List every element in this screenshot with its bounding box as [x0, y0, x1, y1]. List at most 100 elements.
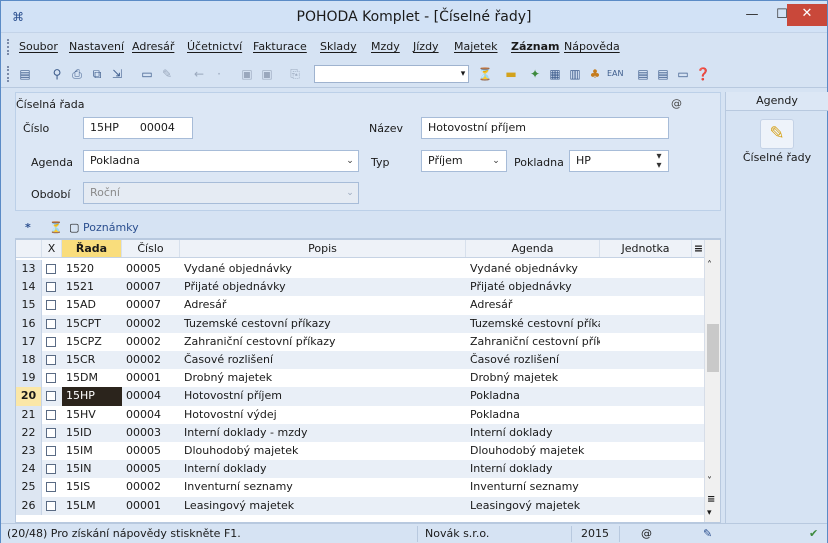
table-icon[interactable]: ▥: [567, 66, 583, 82]
table-row[interactable]: 22 15ID 00003 Interní doklady - mzdy Interní…: [16, 423, 706, 442]
checkbox-icon[interactable]: [46, 391, 56, 402]
scroll-end-icon[interactable]: ≡: [707, 494, 715, 505]
menu-fakturace[interactable]: Fakturace: [253, 40, 307, 53]
table-row[interactable]: 21 15HV 00004 Hotovostní výdej Pokladna: [16, 405, 706, 424]
row-checkbox[interactable]: [42, 333, 62, 351]
calculator-icon[interactable]: ▦: [547, 66, 563, 82]
table-row[interactable]: 26 15LM 00001 Leasingový majetek Leasingový …: [16, 496, 706, 515]
row-checkbox[interactable]: [42, 460, 62, 478]
menu-napoveda[interactable]: Nápověda: [564, 40, 620, 53]
tab-main[interactable]: *: [25, 221, 31, 235]
minimize-icon[interactable]: —: [737, 5, 767, 27]
row-checkbox[interactable]: [42, 369, 62, 387]
print-icon[interactable]: ⎙: [69, 66, 85, 82]
menu-mzdy[interactable]: Mzdy: [371, 40, 400, 53]
status-year[interactable]: 2015: [581, 527, 609, 541]
edit-icon[interactable]: ✎: [159, 66, 175, 82]
chevron-down-icon[interactable]: ⌄: [490, 154, 502, 168]
status-at[interactable]: @: [641, 527, 652, 541]
header-agenda[interactable]: Agenda: [466, 240, 600, 258]
new-record-icon[interactable]: ▭: [139, 66, 155, 82]
checkbox-icon[interactable]: [46, 427, 56, 438]
header-popis[interactable]: Popis: [180, 240, 466, 258]
row-checkbox[interactable]: [42, 424, 62, 442]
row-checkbox[interactable]: [42, 315, 62, 333]
menu-grip[interactable]: [7, 39, 10, 55]
checkbox-icon[interactable]: [46, 500, 56, 511]
checkbox-icon[interactable]: [46, 446, 56, 456]
save-all-icon[interactable]: ▣: [259, 66, 275, 82]
table-row[interactable]: 20 15HP 00004 Hotovostní příjem Pokladna: [16, 387, 706, 406]
table-row[interactable]: 17 15CPZ 00002 Zahraniční cestovní příkazy Z…: [16, 332, 706, 351]
menu-ucetnictvi[interactable]: Účetnictví: [187, 40, 242, 53]
checkbox-icon[interactable]: [46, 336, 56, 347]
form-icon[interactable]: ▭: [675, 66, 691, 82]
back-icon[interactable]: ←: [191, 66, 207, 82]
header-jednotka[interactable]: Jednotka: [600, 240, 692, 258]
checkbox-icon[interactable]: [46, 464, 56, 475]
checkbox-icon[interactable]: [46, 482, 56, 493]
table-row[interactable]: 25 15IS 00002 Inventurní seznamy Inventurní …: [16, 478, 706, 497]
table-row[interactable]: 16 15CPT 00002 Tuzemské cestovní příkazy Tuz…: [16, 314, 706, 333]
checkbox-icon[interactable]: [46, 373, 56, 384]
chevron-down-icon[interactable]: ▾: [457, 65, 469, 83]
title-bar[interactable]: ⌘ POHODA Komplet - [Číselné řady] — ☐ ✕: [1, 1, 827, 33]
contacts-icon[interactable]: ♣: [587, 66, 603, 82]
close-icon[interactable]: ✕: [787, 4, 827, 26]
menu-soubor[interactable]: Soubor: [19, 40, 58, 53]
tab-poznamky[interactable]: Poznámky: [83, 221, 139, 235]
agenda-select[interactable]: Pokladna: [83, 150, 359, 172]
menu-zaznam[interactable]: Záznam: [511, 40, 560, 53]
list2-icon[interactable]: ▤: [655, 66, 671, 82]
menu-nastaveni[interactable]: Nastavení: [69, 40, 124, 53]
header-rada[interactable]: Řada: [62, 240, 122, 258]
list-icon[interactable]: ▤: [635, 66, 651, 82]
checkbox-icon[interactable]: [46, 282, 56, 293]
export-icon[interactable]: ⇲: [109, 66, 125, 82]
menu-majetek[interactable]: Majetek: [454, 40, 498, 53]
at-icon[interactable]: @: [671, 97, 682, 110]
search-icon[interactable]: ⚲: [49, 66, 65, 82]
row-checkbox[interactable]: [42, 478, 62, 496]
table-row[interactable]: 19 15DM 00001 Drobný majetek Drobný majetek: [16, 369, 706, 388]
menu-adresar[interactable]: Adresář: [132, 40, 174, 53]
row-checkbox[interactable]: [42, 260, 62, 278]
checkbox-icon[interactable]: [46, 409, 56, 420]
scroll-corner-icon[interactable]: ▾: [707, 508, 712, 518]
table-row[interactable]: 13 1520 00005 Vydané objednávky Vydané objed…: [16, 260, 706, 279]
check-icon[interactable]: ✔: [809, 527, 818, 541]
row-checkbox[interactable]: [42, 387, 62, 405]
header-x[interactable]: X: [42, 240, 62, 258]
agenda-icon[interactable]: ▤: [17, 66, 33, 82]
header-cislo[interactable]: Číslo: [122, 240, 180, 258]
checkbox-icon[interactable]: [46, 318, 56, 329]
scroll-up-icon[interactable]: ˄: [707, 260, 712, 271]
save-icon[interactable]: ▣: [239, 66, 255, 82]
filter-icon[interactable]: ⏳: [49, 221, 63, 235]
table-row[interactable]: 14 1521 00007 Přijaté objednávky Přijaté obj…: [16, 278, 706, 297]
row-checkbox[interactable]: [42, 278, 62, 296]
spinner-icon[interactable]: ▾ ▾: [652, 152, 666, 171]
toolbar-grip[interactable]: [7, 66, 10, 82]
print-preview-icon[interactable]: ⧉: [89, 66, 105, 82]
help-icon[interactable]: ❓: [695, 66, 711, 82]
ciselne-rady-icon[interactable]: ✎: [760, 119, 794, 149]
nazev-field[interactable]: Hotovostní příjem: [421, 117, 669, 139]
tools-icon[interactable]: ✦: [527, 66, 543, 82]
table-row[interactable]: 23 15IM 00005 Dlouhodobý majetek Dlouhodobý …: [16, 442, 706, 461]
scroll-down-icon[interactable]: ˅: [707, 476, 712, 487]
menu-jizdy[interactable]: Jízdy: [413, 40, 439, 53]
table-row[interactable]: 24 15IN 00005 Interní doklady Interní doklad…: [16, 460, 706, 479]
cislo-field[interactable]: 15HP 00004: [83, 117, 193, 139]
filter-icon[interactable]: ⏳: [477, 66, 493, 82]
toolbar-combo[interactable]: [314, 65, 469, 83]
ean-icon[interactable]: EAN: [607, 66, 624, 82]
folder-icon[interactable]: ▬: [503, 66, 519, 82]
checkbox-icon[interactable]: [46, 355, 56, 365]
row-checkbox[interactable]: [42, 442, 62, 460]
sidebar-item-ciselne-rady[interactable]: Číselné řady: [726, 151, 828, 164]
pen-icon[interactable]: ✎: [703, 527, 712, 541]
menu-sklady[interactable]: Sklady: [320, 40, 357, 53]
forward-icon[interactable]: ·: [211, 66, 227, 82]
vertical-scrollbar[interactable]: ˄ ˅ ≡ ▾: [704, 240, 720, 522]
